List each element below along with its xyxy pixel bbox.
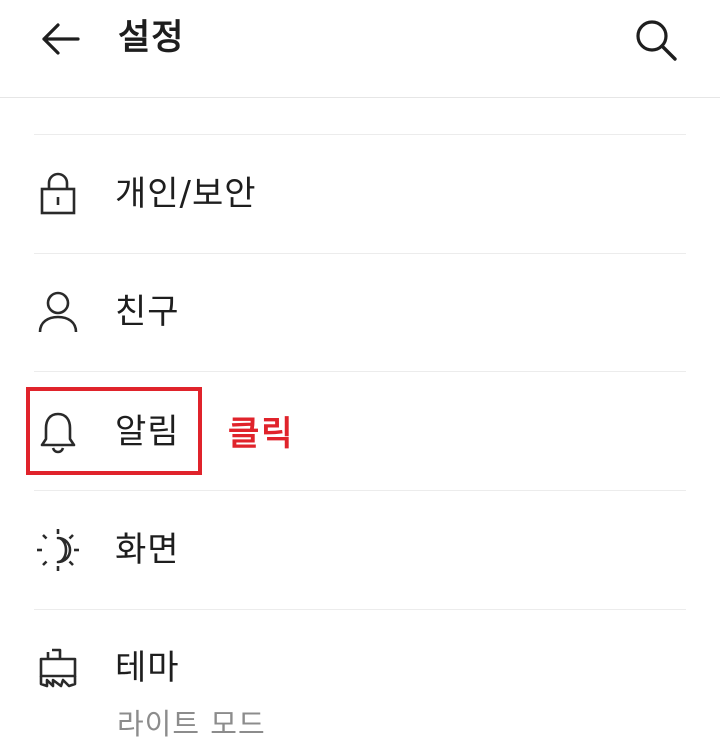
app-header: 설정 xyxy=(0,0,720,98)
menu-item-display[interactable]: 화면 xyxy=(0,491,720,609)
back-button[interactable] xyxy=(34,17,86,61)
search-button[interactable] xyxy=(628,12,684,68)
page-title: 설정 xyxy=(118,18,185,58)
menu-item-friends[interactable]: 친구 xyxy=(0,254,720,372)
lock-icon xyxy=(36,172,80,216)
menu-item-label: 개인/보안 xyxy=(115,174,257,214)
menu-item-subtext: 라이트 모드 xyxy=(117,707,266,741)
menu-item-label: 테마 xyxy=(115,648,180,688)
search-icon xyxy=(636,20,677,61)
menu-item-privacy-security[interactable]: 개인/보안 xyxy=(0,135,720,253)
highlight-box xyxy=(26,387,202,475)
arrow-left-icon xyxy=(42,23,80,55)
click-annotation: 클릭 xyxy=(228,414,295,454)
menu-item-label: 친구 xyxy=(115,292,180,332)
menu-item-theme[interactable]: 테마 라이트 모드 xyxy=(0,610,720,741)
menu-item-label: 화면 xyxy=(115,530,180,570)
brightness-icon xyxy=(36,528,80,572)
person-icon xyxy=(36,290,80,334)
theme-brush-icon xyxy=(36,646,80,690)
